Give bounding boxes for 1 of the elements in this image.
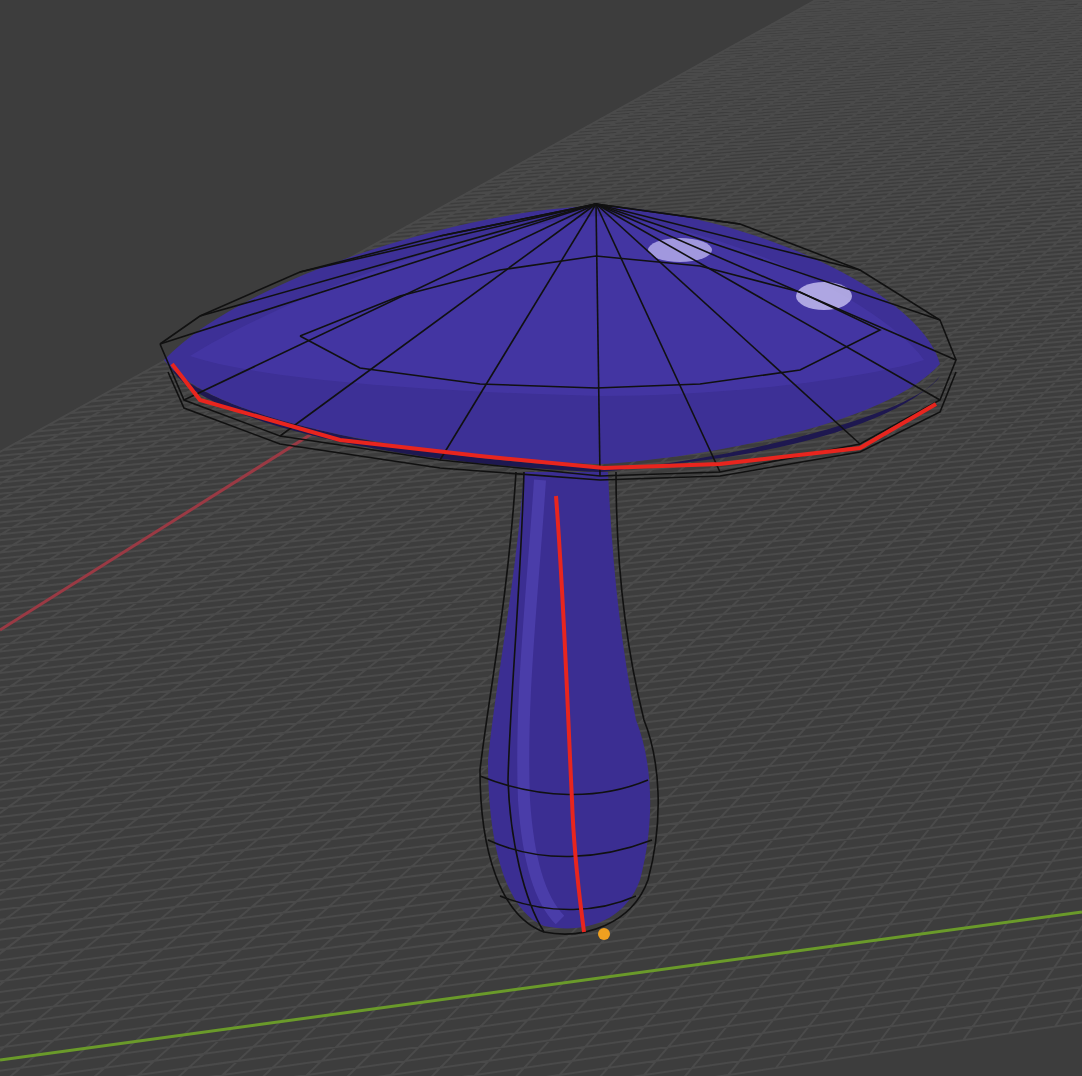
origin-point-icon xyxy=(598,928,610,940)
